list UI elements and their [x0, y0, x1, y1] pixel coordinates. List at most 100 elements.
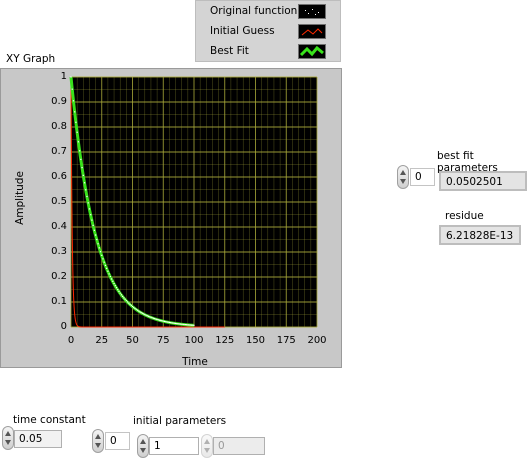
original-point — [103, 261, 105, 263]
y-axis-label: Amplitude — [14, 171, 26, 225]
array-index-spinner[interactable] — [92, 429, 104, 453]
y-tick-label: 1 — [60, 71, 67, 82]
original-point — [156, 318, 158, 321]
original-point — [95, 234, 97, 236]
increment-arrow-icon[interactable] — [400, 170, 406, 175]
original-point — [158, 319, 161, 321]
original-point — [96, 238, 98, 241]
original-point — [81, 166, 83, 169]
original-point — [101, 254, 103, 256]
original-point — [142, 313, 145, 315]
increment-arrow-icon[interactable] — [5, 431, 11, 436]
original-point — [122, 295, 124, 297]
original-point — [165, 321, 167, 323]
original-point — [154, 318, 156, 320]
original-point — [147, 315, 150, 317]
original-point — [74, 111, 76, 113]
original-point — [91, 219, 93, 221]
original-point — [179, 323, 182, 325]
original-point — [107, 270, 109, 272]
x-tick-label: 125 — [215, 335, 235, 346]
original-point — [119, 292, 121, 294]
time-constant-spinner[interactable] — [2, 426, 14, 450]
x-tick-label: 200 — [307, 335, 327, 346]
original-point — [131, 305, 134, 308]
increment-arrow-icon[interactable] — [95, 434, 101, 439]
residue-value: 6.21828E-13 — [439, 225, 521, 245]
original-point — [79, 150, 81, 152]
original-point — [151, 317, 153, 319]
x-tick-label: 75 — [156, 335, 170, 346]
y-tick-label: 0.9 — [51, 96, 67, 107]
original-point — [97, 243, 99, 245]
initial-parameter-1-input: 0 — [213, 437, 265, 455]
original-point — [118, 290, 120, 293]
y-tick-label: 0.8 — [51, 121, 67, 132]
original-point — [108, 273, 110, 275]
original-point — [152, 317, 155, 319]
original-point — [192, 324, 194, 326]
element-spinner[interactable] — [137, 434, 149, 458]
original-point — [102, 258, 104, 260]
original-point — [92, 224, 94, 226]
original-point — [140, 311, 142, 314]
original-point — [75, 121, 77, 123]
original-point — [135, 308, 137, 310]
original-point — [181, 323, 183, 325]
original-point — [117, 289, 119, 291]
original-point — [188, 324, 190, 326]
original-point — [141, 312, 143, 314]
original-point — [134, 307, 136, 310]
original-point — [115, 287, 118, 289]
original-point — [87, 202, 89, 204]
decrement-arrow-icon[interactable] — [400, 179, 406, 184]
initial-parameter-0-input[interactable]: 1 — [149, 437, 199, 455]
original-point — [184, 324, 186, 326]
original-point — [126, 301, 129, 303]
initial-parameters-label: initial parameters — [133, 415, 227, 427]
original-point — [71, 88, 73, 90]
initial-parameters-index[interactable]: 0 — [105, 432, 130, 450]
increment-arrow-icon[interactable] — [140, 439, 146, 444]
original-point — [90, 214, 92, 216]
original-point — [178, 323, 180, 325]
original-point — [104, 264, 107, 266]
original-point — [133, 306, 135, 309]
original-point — [76, 131, 78, 133]
decrement-arrow-icon[interactable] — [140, 448, 146, 453]
x-tick-label: 100 — [184, 335, 204, 346]
original-point — [150, 316, 152, 318]
original-point — [93, 229, 95, 231]
original-point — [170, 322, 172, 324]
original-point — [183, 323, 185, 326]
original-point — [88, 208, 91, 210]
original-point — [171, 322, 173, 324]
y-tick-label: 0.3 — [51, 246, 67, 257]
best-fit-index[interactable]: 0 — [410, 168, 435, 186]
original-point — [85, 189, 87, 191]
increment-arrow-icon — [204, 439, 210, 444]
original-point — [106, 267, 108, 269]
original-point — [128, 302, 130, 304]
x-tick-label: 25 — [95, 335, 109, 346]
x-tick-label: 0 — [67, 335, 75, 346]
original-point — [173, 322, 175, 324]
x-axis-label: Time — [182, 356, 208, 368]
original-point — [136, 309, 139, 311]
decrement-arrow-icon[interactable] — [95, 443, 101, 448]
original-point — [161, 320, 163, 322]
x-tick-label: 50 — [126, 335, 139, 346]
y-tick-label: 0.5 — [51, 196, 67, 207]
original-point — [166, 321, 168, 323]
time-constant-input[interactable]: 0.05 — [14, 430, 62, 448]
original-point — [86, 195, 88, 198]
y-tick-label: 0.1 — [51, 296, 67, 307]
original-point — [72, 100, 75, 102]
original-point — [70, 76, 72, 78]
original-point — [125, 300, 127, 302]
decrement-arrow-icon[interactable] — [5, 440, 11, 445]
array-index-spinner[interactable] — [397, 165, 409, 189]
original-point — [99, 251, 102, 253]
original-point — [114, 285, 116, 287]
original-point — [80, 158, 82, 161]
